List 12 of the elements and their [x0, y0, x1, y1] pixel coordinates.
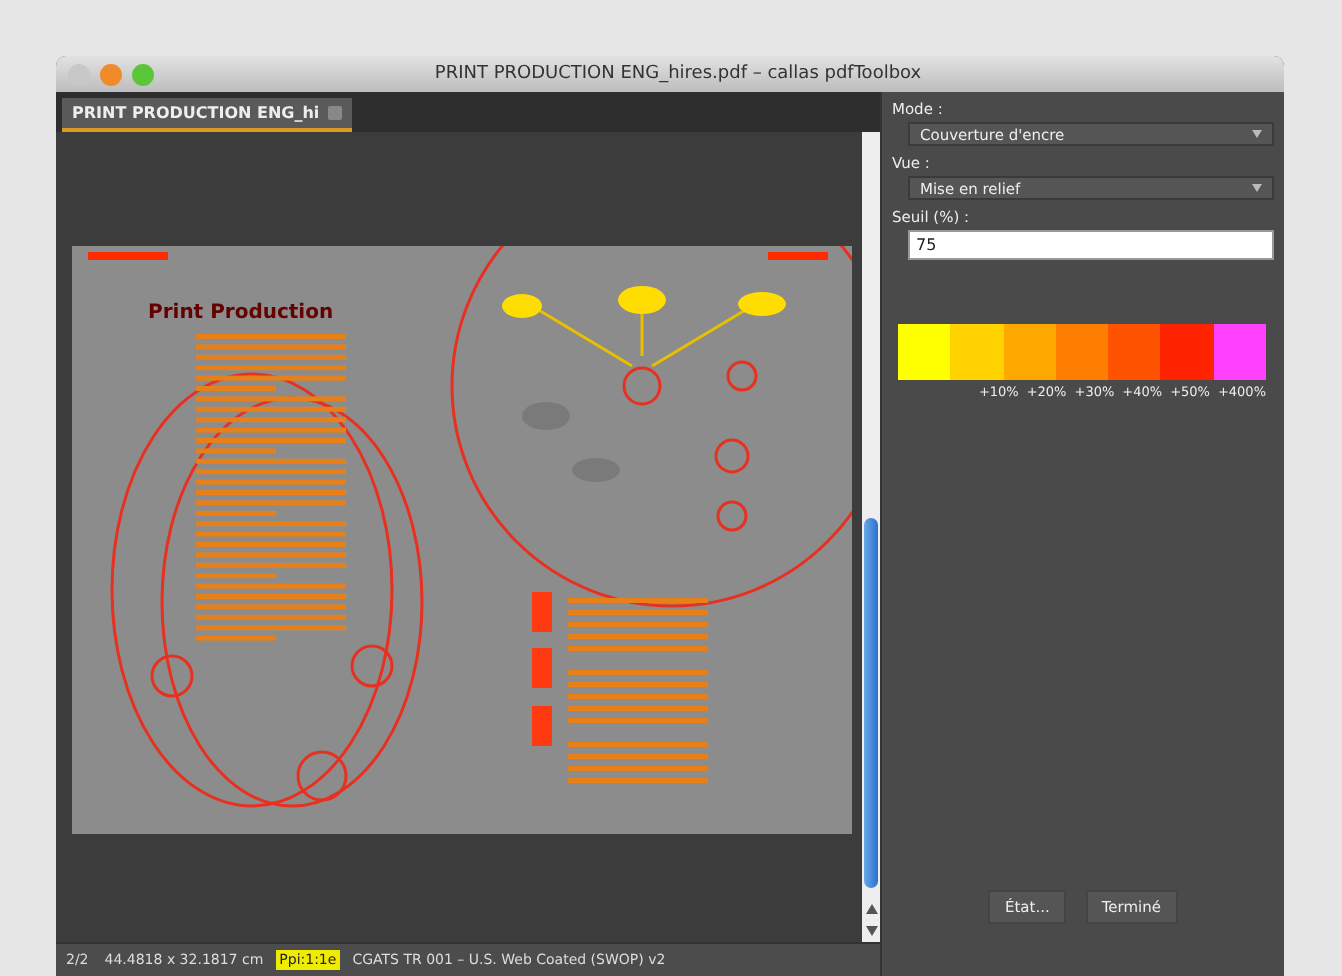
caret-icon: [1252, 130, 1262, 138]
minimize-icon[interactable]: [100, 63, 122, 85]
window-title: PRINT PRODUCTION ENG_hires.pdf – callas pdfToolbox: [432, 64, 924, 84]
document-tab[interactable]: PRINT PRODUCTION ENG_hi: [62, 98, 352, 132]
scroll-down-icon[interactable]: [865, 926, 877, 936]
scrollbar[interactable]: [862, 132, 880, 942]
document-page-drawing: Print Production: [72, 246, 852, 834]
scroll-up-icon[interactable]: [865, 904, 877, 914]
threshold-field[interactable]: 75: [908, 230, 1274, 260]
zoom-icon[interactable]: [132, 63, 154, 85]
caret-icon: [1252, 184, 1262, 192]
scroll-thumb[interactable]: [864, 518, 878, 888]
